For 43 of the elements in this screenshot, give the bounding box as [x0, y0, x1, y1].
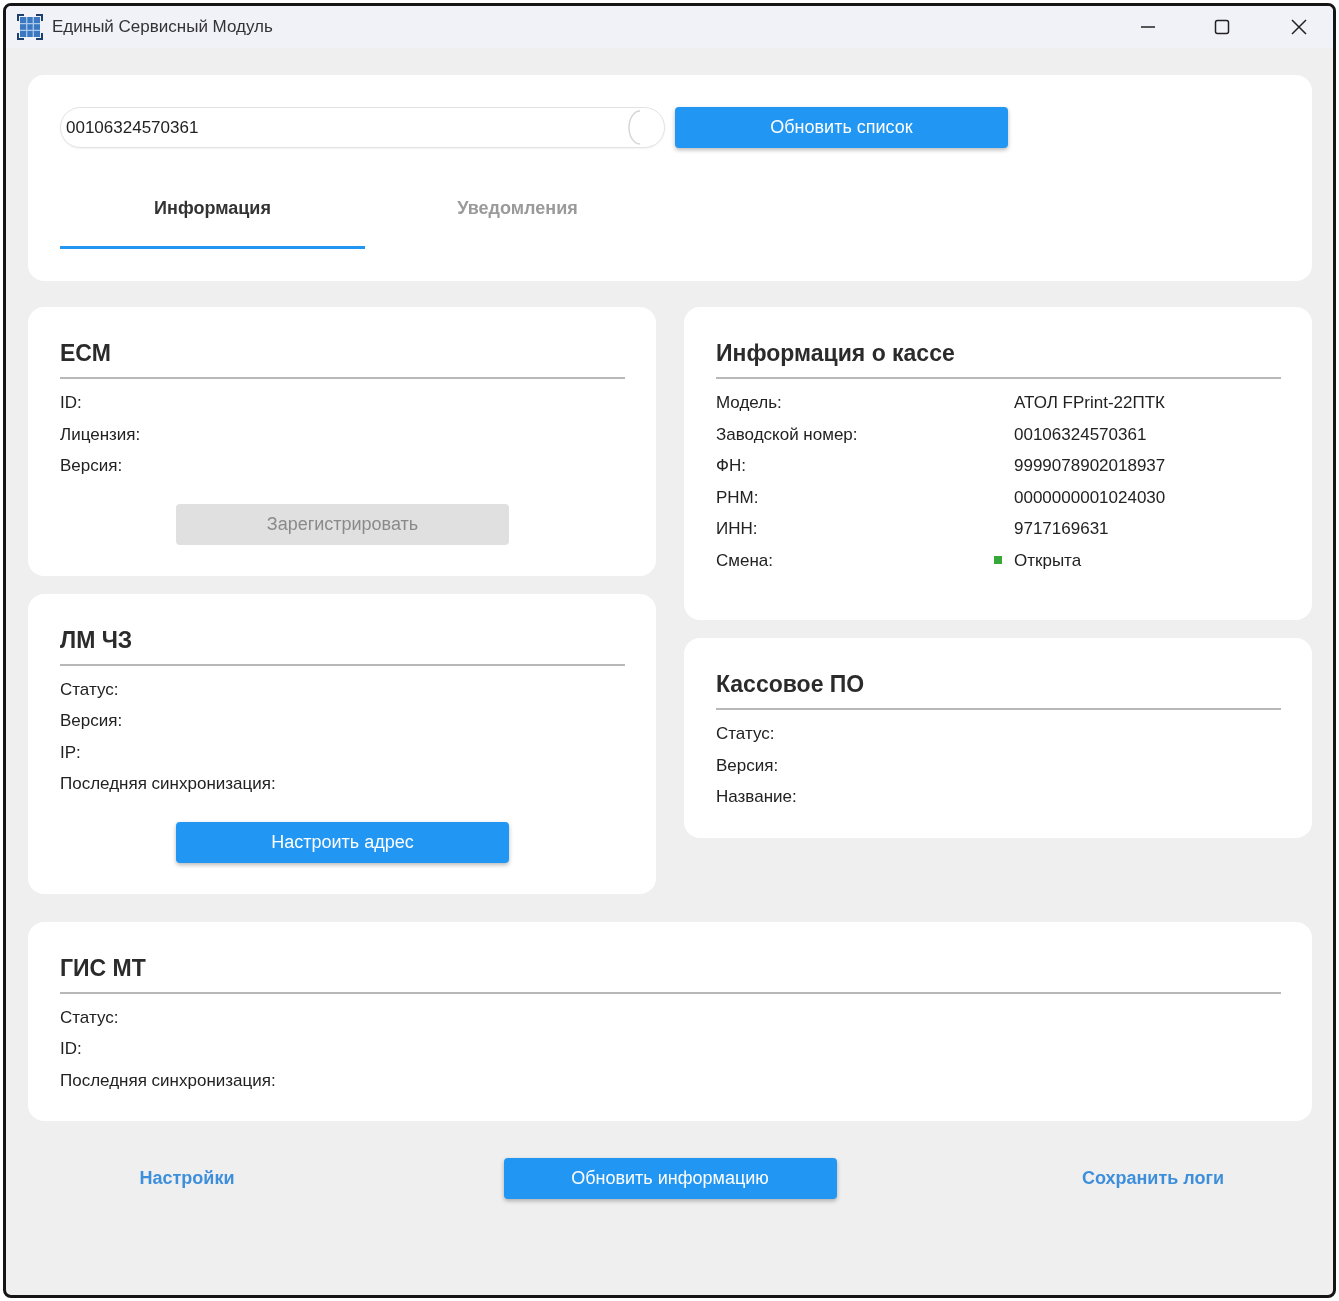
- tab[interactable]: Информация: [60, 170, 365, 249]
- field-label: РНМ:: [716, 486, 759, 509]
- field-label: Статус:: [60, 678, 119, 701]
- refresh-list-button[interactable]: Обновить список: [675, 107, 1008, 148]
- field-label: IP:: [60, 741, 81, 764]
- field-label: Версия:: [60, 455, 123, 477]
- tab[interactable]: Уведомления: [365, 170, 670, 249]
- field-label: Название:: [716, 786, 797, 808]
- field-label: ID:: [60, 1038, 82, 1060]
- field-label: Лицензия:: [60, 423, 141, 446]
- serial-number-field[interactable]: 00106324570361: [60, 107, 665, 148]
- field-label: Заводской номер:: [716, 423, 858, 446]
- field-label: Последняя синхронизация:: [60, 773, 276, 795]
- footer-link[interactable]: Настройки: [139, 1168, 235, 1188]
- field-label: Статус:: [60, 1006, 119, 1029]
- arc-icon: [628, 110, 642, 145]
- field-value: 00106324570361: [1014, 423, 1147, 446]
- section-title: Информация о кассе: [716, 339, 955, 368]
- action-button[interactable]: Настроить адрес: [176, 821, 509, 863]
- field-value: 9717169631: [1014, 518, 1109, 540]
- field-label: Модель:: [716, 392, 782, 414]
- update-info-button[interactable]: Обновить информацию: [503, 1158, 837, 1199]
- field-label: Последняя синхронизация:: [60, 1069, 276, 1092]
- field-label: Версия:: [716, 754, 779, 777]
- section-title: ЕСМ: [60, 339, 111, 368]
- field-value: 0000000001024030: [1014, 486, 1166, 509]
- section-title: Кассовое ПО: [716, 670, 865, 699]
- section-title: ЛМ ЧЗ: [60, 625, 133, 655]
- field-value: Открыта: [1014, 549, 1082, 572]
- field-label: ИНН:: [716, 518, 758, 540]
- close-icon[interactable]: [1291, 19, 1307, 35]
- footer-link[interactable]: Сохранить логи: [1081, 1168, 1225, 1188]
- grid-square-icon: [17, 14, 43, 40]
- field-value: АТОЛ FPrint-22ПТК: [1014, 392, 1165, 414]
- field-label: Статус:: [716, 723, 775, 745]
- maximize-icon[interactable]: [1214, 19, 1230, 35]
- field-label: Смена:: [716, 549, 773, 572]
- field-label: ФН:: [716, 455, 746, 477]
- field-label: ID:: [60, 392, 82, 414]
- field-label: Версия:: [60, 710, 123, 732]
- window-title: Единый Сервисный Модуль: [52, 16, 273, 39]
- field-value: 9999078902018937: [1014, 455, 1166, 477]
- section-title: ГИС МТ: [60, 953, 146, 983]
